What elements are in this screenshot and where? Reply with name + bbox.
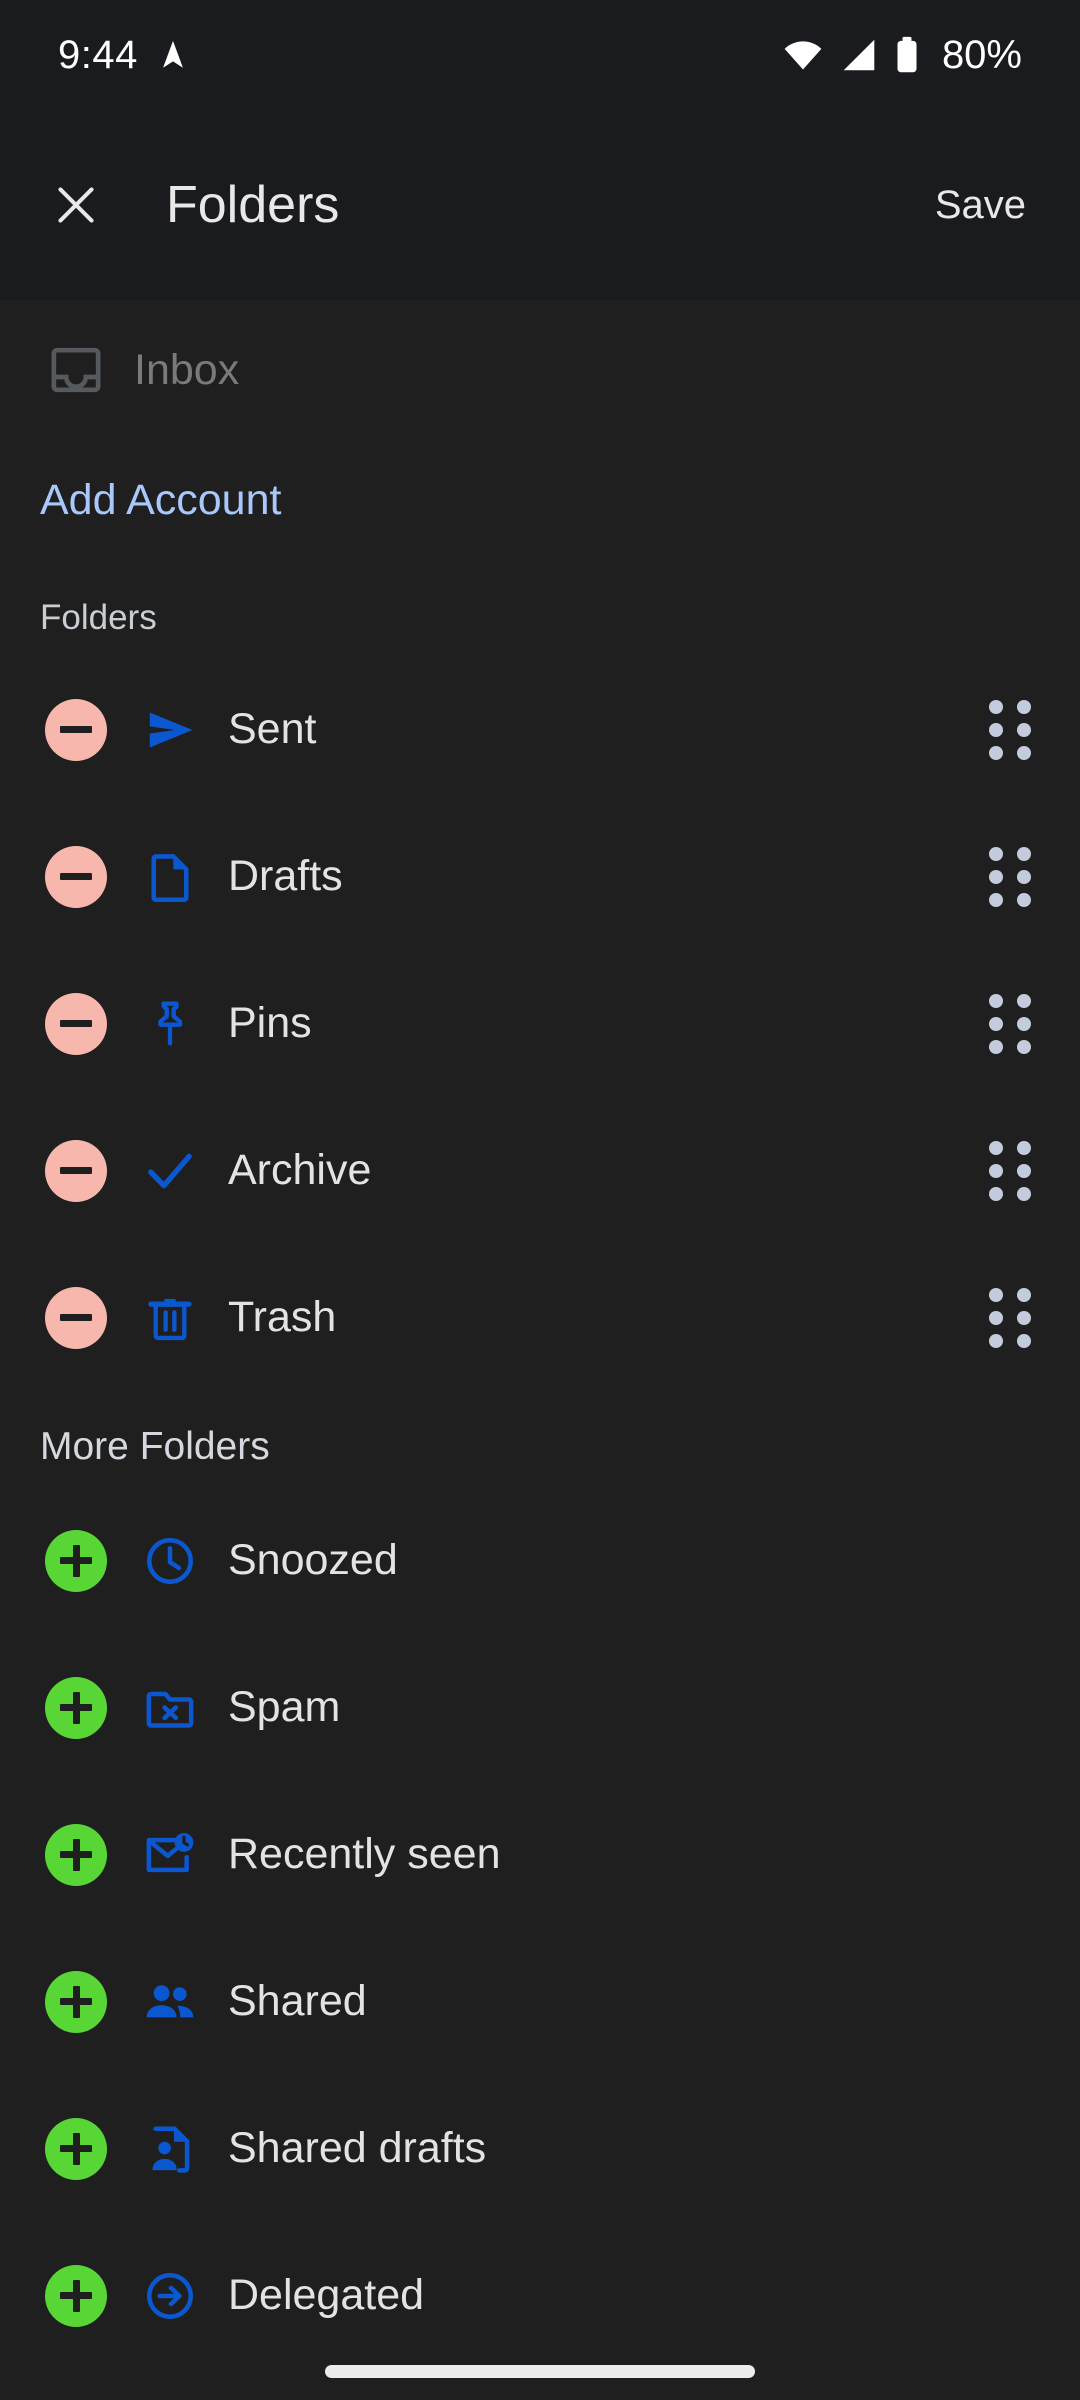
list-item-inbox: Inbox: [0, 300, 1080, 440]
plus-circle-icon[interactable]: [40, 1525, 112, 1597]
list-item-label: Shared: [228, 1977, 367, 2025]
table-row[interactable]: Recently seen: [0, 1781, 1080, 1928]
section-heading-folders: Folders: [40, 598, 157, 637]
list-item-label: Inbox: [134, 345, 240, 394]
check-icon: [134, 1135, 206, 1207]
table-row[interactable]: Shared drafts: [0, 2075, 1080, 2222]
minus-circle-icon[interactable]: [40, 841, 112, 913]
inbox-tray-icon: [40, 334, 112, 406]
minus-circle-icon[interactable]: [40, 1282, 112, 1354]
drag-handle-icon[interactable]: [980, 841, 1040, 913]
plus-circle-icon[interactable]: [40, 1672, 112, 1744]
table-row[interactable]: Pins: [0, 950, 1080, 1097]
plus-circle-icon[interactable]: [40, 1819, 112, 1891]
phone-screen: 9:44 80% Folders Save Inbox Add Account …: [0, 0, 1080, 2400]
minus-circle-icon[interactable]: [40, 694, 112, 766]
drag-handle-icon[interactable]: [980, 1135, 1040, 1207]
folder-x-icon: [134, 1672, 206, 1744]
list-item-label: Spam: [228, 1683, 341, 1731]
document-icon: [134, 841, 206, 913]
wifi-icon: [782, 38, 824, 72]
document-person-icon: [134, 2113, 206, 2185]
status-bar: 9:44 80%: [0, 0, 1080, 110]
arrow-circle-right-icon: [134, 2260, 206, 2332]
send-icon: [134, 694, 206, 766]
list-item-label: Shared drafts: [228, 2124, 487, 2172]
cellular-signal-icon: [840, 38, 878, 72]
pin-icon: [134, 988, 206, 1060]
list-item-label: Pins: [228, 999, 312, 1047]
add-account-label: Add Account: [40, 475, 282, 524]
plus-circle-icon[interactable]: [40, 2260, 112, 2332]
app-bar: Folders Save: [0, 110, 1080, 300]
table-row[interactable]: Sent: [0, 656, 1080, 803]
list-item-label: Trash: [228, 1293, 337, 1341]
table-row[interactable]: Archive: [0, 1097, 1080, 1244]
people-icon: [134, 1966, 206, 2038]
status-bar-left: 9:44: [58, 33, 190, 78]
status-time: 9:44: [58, 32, 138, 77]
add-account-button[interactable]: Add Account: [0, 440, 1080, 560]
battery-percent: 80%: [941, 32, 1022, 77]
close-icon[interactable]: [48, 177, 104, 233]
list-item-label: Archive: [228, 1146, 372, 1194]
list-item-label: Delegated: [228, 2271, 425, 2319]
plus-circle-icon[interactable]: [40, 1966, 112, 2038]
plus-circle-icon[interactable]: [40, 2113, 112, 2185]
table-row[interactable]: Spam: [0, 1634, 1080, 1781]
table-row[interactable]: Shared: [0, 1928, 1080, 2075]
list-item-label: Recently seen: [228, 1830, 501, 1878]
table-row[interactable]: Delegated: [0, 2222, 1080, 2369]
section-heading-more-folders: More Folders: [40, 1425, 270, 1468]
list-item-label: Drafts: [228, 852, 343, 900]
table-row[interactable]: Snoozed: [0, 1487, 1080, 1634]
battery-icon: [894, 36, 920, 74]
page-title: Folders: [166, 176, 340, 234]
minus-circle-icon[interactable]: [40, 988, 112, 1060]
clock-icon: [134, 1525, 206, 1597]
navigation-arrow-icon: [156, 38, 190, 72]
list-item-label: Sent: [228, 705, 317, 753]
folders-list: Inbox Add Account Folders Sent Drafts Pi…: [0, 300, 1080, 2400]
table-row[interactable]: Trash: [0, 1244, 1080, 1391]
drag-handle-icon[interactable]: [980, 988, 1040, 1060]
list-item-label: Snoozed: [228, 1536, 398, 1584]
trash-icon: [134, 1282, 206, 1354]
save-button[interactable]: Save: [929, 173, 1032, 238]
drag-handle-icon[interactable]: [980, 1282, 1040, 1354]
status-bar-right: 80%: [782, 33, 1022, 78]
table-row[interactable]: Drafts: [0, 803, 1080, 950]
drag-handle-icon[interactable]: [980, 694, 1040, 766]
home-indicator[interactable]: [325, 2365, 755, 2378]
mail-clock-icon: [134, 1819, 206, 1891]
minus-circle-icon[interactable]: [40, 1135, 112, 1207]
